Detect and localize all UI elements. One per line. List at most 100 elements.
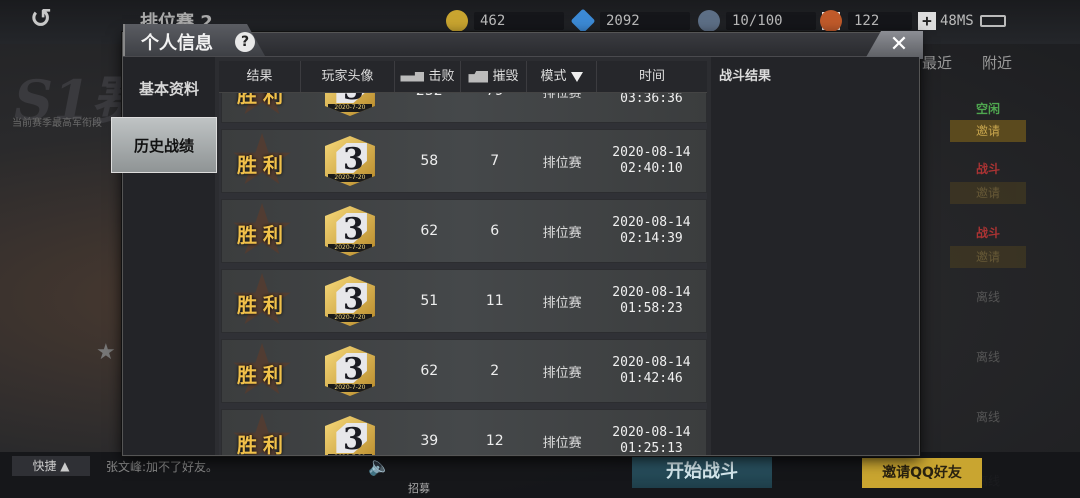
friend-invite-button[interactable]: 邀请: [950, 120, 1026, 142]
time-cell: 2020-08-14 02:14:39: [597, 215, 706, 247]
friend-status: 离线: [975, 350, 1000, 364]
player-avatar[interactable]: 32020-7-20: [324, 276, 375, 326]
avatar-date: 2020-7-20: [327, 244, 372, 252]
friend-status: 离线: [975, 410, 1000, 424]
match-history-table: 胜利 32020-7-20 252 79 排位赛 2020-08-1403:36…: [219, 61, 707, 455]
avatar-number: 3: [342, 422, 364, 455]
avatar-number: 3: [342, 282, 364, 317]
nav-match-history[interactable]: 历史战绩: [111, 117, 217, 173]
result-text: 胜利: [237, 153, 289, 177]
battle-result-title: 战斗结果: [719, 69, 772, 84]
avatar-date: 2020-7-20: [327, 104, 372, 112]
result-cell: 胜利: [222, 199, 303, 263]
gold-value: 462: [474, 12, 564, 30]
season-note: 当前赛季最高军衔段: [12, 118, 102, 129]
stamina-resource: 10/100 +: [698, 10, 840, 32]
friend-status: 战斗: [975, 226, 1000, 240]
gold-resource: 462: [446, 10, 564, 32]
dropdown-triangle-icon[interactable]: [570, 71, 583, 82]
diamond-resource: 2092: [570, 8, 690, 34]
destroys-value: 6: [490, 223, 500, 239]
table-header: 结果 玩家头像 击败 摧毁 模式 时间: [219, 61, 707, 93]
time-cell: 2020-08-14 01:25:13: [597, 425, 706, 455]
medal-value: 122: [848, 12, 912, 30]
table-row[interactable]: 胜利 3 2020-7-20 62 6 排位赛 2020-08-14 02:14:3…: [221, 199, 707, 263]
speaker-icon[interactable]: 🔈: [368, 456, 390, 477]
player-avatar[interactable]: 32020-7-20: [324, 346, 375, 396]
kills-value: 51: [420, 293, 439, 309]
avatar-date: 2020-7-20: [327, 314, 372, 322]
result-cell: 胜利: [222, 339, 303, 403]
kills-value: 39: [420, 433, 439, 449]
table-row[interactable]: 胜利 32020-7-20 39 12 排位赛 2020-08-1401:25:…: [221, 409, 707, 455]
time-cell: 2020-08-14 01:42:46: [597, 355, 706, 387]
header-result: 结果: [219, 61, 301, 92]
table-row[interactable]: 胜利 3 2020-7-20 62 2 排位赛 2020-08-14 01:42:4…: [221, 339, 707, 403]
player-avatar[interactable]: 32020-7-20: [324, 416, 375, 455]
kills-value: 62: [420, 223, 439, 239]
table-row[interactable]: 胜利 3 2020-7-20 51 11 排位赛 2020-08-14 01:58:…: [221, 269, 707, 333]
match-time: 02:40:10: [620, 161, 683, 176]
modal-title-tab: 个人信息 ?: [123, 24, 265, 56]
table-row[interactable]: 胜利 3 2020-7-20 58 7 排位赛 2020-08-14 02:40:1…: [221, 129, 707, 193]
avatar-cell: 32020-7-20: [303, 136, 396, 186]
chat-message: 张文峰:加不了好友。: [106, 460, 219, 474]
result-cell: 胜利: [222, 269, 303, 333]
friend-status: 离线: [975, 290, 1000, 304]
tab-nearby[interactable]: 附近: [982, 52, 1012, 73]
result-cell: 胜利: [222, 129, 303, 193]
header-time: 时间: [638, 68, 665, 84]
building-icon: [468, 70, 489, 83]
player-avatar[interactable]: 32020-7-20: [324, 206, 375, 256]
recruit-button[interactable]: 招募: [408, 480, 430, 496]
avatar-date: 2020-7-20: [327, 384, 372, 392]
invite-qq-friend-button[interactable]: 邀请QQ好友: [862, 458, 982, 488]
friend-invite-button[interactable]: 邀请: [950, 246, 1026, 268]
avatar-number: 3: [342, 352, 364, 387]
mode-value: 排位赛: [542, 435, 582, 451]
kills-value: 58: [420, 153, 439, 169]
medal-icon: [820, 10, 842, 32]
kills-value: 62: [420, 363, 439, 379]
gold-coin-icon: [446, 10, 468, 32]
header-avatar: 玩家头像: [301, 61, 395, 92]
result-text: 胜利: [237, 363, 289, 387]
avatar-number: 3: [342, 212, 364, 247]
tab-recent[interactable]: 最近: [922, 52, 952, 73]
back-icon[interactable]: ↺: [30, 4, 80, 36]
diamond-icon: [570, 8, 596, 34]
player-avatar[interactable]: 32020-7-20: [324, 136, 375, 186]
friend-invite-button[interactable]: 邀请: [950, 182, 1026, 204]
avatar-cell: 32020-7-20: [303, 416, 396, 455]
match-date: 2020-08-14: [612, 145, 691, 160]
match-time: 02:14:39: [620, 231, 683, 246]
result-text: 胜利: [237, 223, 289, 247]
match-time: 03:36:36: [620, 91, 683, 106]
mode-value: 排位赛: [542, 295, 582, 311]
header-destroys: 摧毁: [461, 61, 527, 92]
friend-tabs: 最近 附近: [922, 52, 1012, 73]
header-kills: 击败: [395, 61, 461, 92]
destroys-value: 11: [485, 293, 504, 309]
match-date: 2020-08-14: [612, 355, 691, 370]
star-icon: ★: [96, 340, 116, 365]
tank-icon: [400, 71, 425, 82]
friend-status: 战斗: [975, 162, 1000, 176]
match-time: 01:25:13: [620, 441, 683, 455]
avatar-cell: 32020-7-20: [303, 276, 396, 326]
battle-result-panel: 战斗结果: [711, 57, 919, 455]
quick-chat-button[interactable]: 快捷 ▲: [12, 456, 90, 476]
time-cell: 2020-08-14 01:58:23: [597, 285, 706, 317]
time-cell: 2020-08-14 02:40:10: [597, 145, 706, 177]
header-mode[interactable]: 模式: [527, 61, 597, 92]
avatar-date: 2020-7-20: [327, 454, 372, 455]
add-medal-button[interactable]: +: [918, 12, 936, 30]
help-icon[interactable]: ?: [235, 32, 255, 52]
result-text: 胜利: [237, 433, 289, 455]
stamina-value: 10/100: [726, 12, 816, 30]
friend-status: 空闲: [975, 102, 1000, 116]
header-mode-label: 模式: [540, 68, 567, 84]
nav-basic-info[interactable]: 基本资料: [123, 65, 215, 113]
result-text: 胜利: [237, 293, 289, 317]
start-battle-button[interactable]: 开始战斗: [632, 456, 772, 488]
